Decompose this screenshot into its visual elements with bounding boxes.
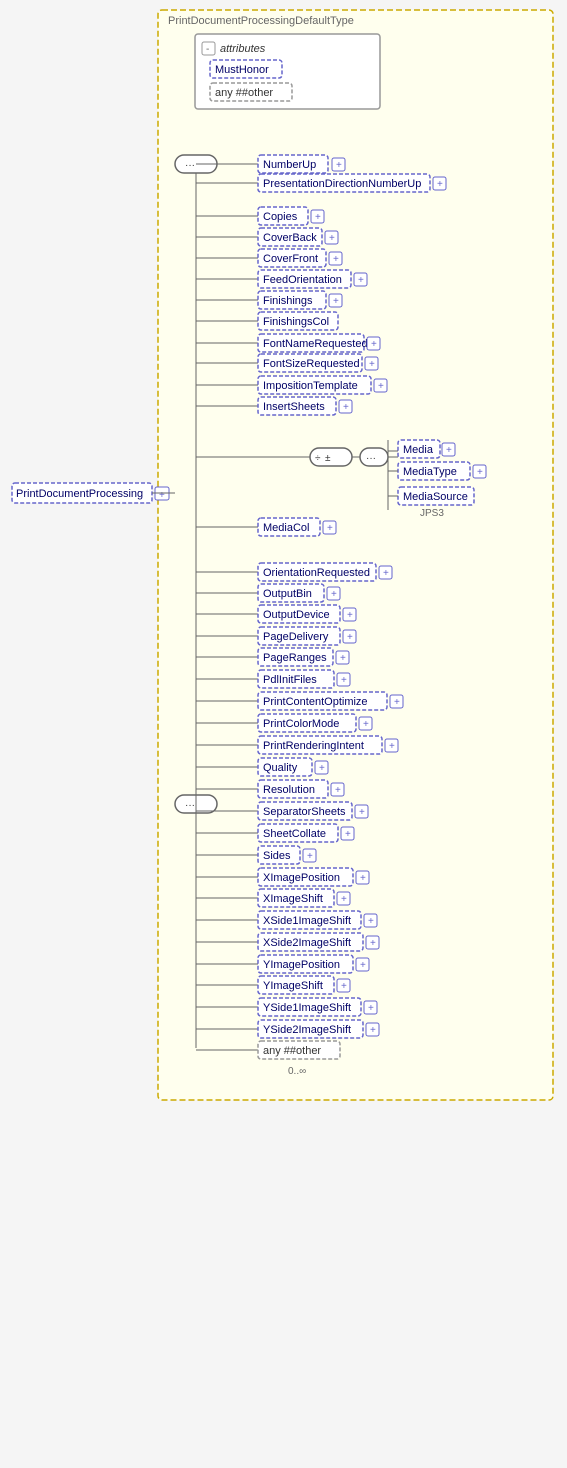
svg-text:CoverBack: CoverBack [263, 232, 317, 244]
svg-text:±: ± [325, 453, 331, 464]
svg-text:PrintRenderingIntent: PrintRenderingIntent [263, 740, 364, 752]
svg-text:+: + [341, 675, 347, 686]
svg-text:XImagePosition: XImagePosition [263, 872, 340, 884]
svg-text:InsertSheets: InsertSheets [263, 401, 325, 413]
svg-text:Copies: Copies [263, 211, 298, 223]
svg-text:YImagePosition: YImagePosition [263, 959, 340, 971]
svg-text:FontNameRequested: FontNameRequested [263, 338, 368, 350]
svg-text:Media: Media [403, 444, 434, 456]
svg-text:+: + [477, 467, 483, 478]
svg-text:+: + [331, 589, 337, 600]
svg-text:MustHonor: MustHonor [215, 64, 269, 76]
svg-text:+: + [347, 632, 353, 643]
svg-text:+: + [360, 873, 366, 884]
diagram-container: PrintDocumentProcessingDefaultType - att… [0, 0, 567, 1468]
svg-text:any ##other: any ##other [215, 87, 273, 99]
svg-text:OutputBin: OutputBin [263, 588, 312, 600]
svg-text:MediaSource: MediaSource [403, 491, 468, 503]
svg-text:FeedOrientation: FeedOrientation [263, 274, 342, 286]
svg-text:+: + [370, 938, 376, 949]
svg-text:+: + [307, 851, 313, 862]
svg-text:+: + [363, 719, 369, 730]
svg-text:+: + [358, 275, 364, 286]
diagram-svg: PrintDocumentProcessingDefaultType - att… [0, 0, 567, 1468]
svg-text:+: + [347, 610, 353, 621]
svg-text:+: + [333, 296, 339, 307]
svg-text:+: + [437, 179, 443, 190]
svg-text:YSide1ImageShift: YSide1ImageShift [263, 1002, 351, 1014]
svg-text:OrientationRequested: OrientationRequested [263, 567, 370, 579]
svg-text:any ##other: any ##other [263, 1045, 321, 1057]
svg-text:+: + [383, 568, 389, 579]
svg-text:+: + [446, 445, 452, 456]
svg-text:+: + [335, 785, 341, 796]
svg-text:OutputDevice: OutputDevice [263, 609, 330, 621]
svg-text:+: + [368, 916, 374, 927]
svg-text:···: ··· [185, 800, 195, 811]
svg-text:0..∞: 0..∞ [288, 1066, 306, 1077]
svg-text:+: + [343, 402, 349, 413]
svg-text:PrintDocumentProcessing: PrintDocumentProcessing [16, 488, 143, 500]
svg-text:SheetCollate: SheetCollate [263, 828, 326, 840]
svg-text:ImpositionTemplate: ImpositionTemplate [263, 380, 358, 392]
svg-text:+: + [340, 653, 346, 664]
svg-text:XSide1ImageShift: XSide1ImageShift [263, 915, 351, 927]
svg-text:Sides: Sides [263, 850, 291, 862]
svg-text:+: + [159, 490, 165, 501]
svg-text:Finishings: Finishings [263, 295, 313, 307]
svg-text:XImageShift: XImageShift [263, 893, 323, 905]
svg-text:PageRanges: PageRanges [263, 652, 327, 664]
svg-text:MediaCol: MediaCol [263, 522, 309, 534]
svg-text:FontSizeRequested: FontSizeRequested [263, 358, 360, 370]
svg-text:+: + [370, 1025, 376, 1036]
svg-text:FinishingsCol: FinishingsCol [263, 316, 329, 328]
svg-text:Resolution: Resolution [263, 784, 315, 796]
svg-text:MediaType: MediaType [403, 466, 457, 478]
svg-text:JPS3: JPS3 [420, 508, 444, 519]
svg-text:+: + [345, 829, 351, 840]
svg-text:+: + [371, 339, 377, 350]
svg-text:+: + [369, 359, 375, 370]
svg-text:PageDelivery: PageDelivery [263, 631, 329, 643]
svg-text:+: + [394, 697, 400, 708]
svg-text:+: + [389, 741, 395, 752]
svg-text:+: + [319, 763, 325, 774]
svg-text:XSide2ImageShift: XSide2ImageShift [263, 937, 351, 949]
svg-text:÷: ÷ [315, 453, 321, 464]
svg-text:PdlInitFiles: PdlInitFiles [263, 674, 317, 686]
svg-text:YImageShift: YImageShift [263, 980, 323, 992]
svg-text:···: ··· [185, 160, 195, 171]
svg-text:+: + [336, 160, 342, 171]
svg-text:attributes: attributes [220, 43, 266, 55]
svg-text:YSide2ImageShift: YSide2ImageShift [263, 1024, 351, 1036]
svg-text:SeparatorSheets: SeparatorSheets [263, 806, 346, 818]
svg-text:+: + [378, 381, 384, 392]
svg-text:-: - [206, 44, 209, 55]
svg-text:+: + [341, 981, 347, 992]
svg-text:+: + [327, 523, 333, 534]
svg-text:+: + [329, 233, 335, 244]
svg-text:PrintContentOptimize: PrintContentOptimize [263, 696, 368, 708]
svg-text:+: + [341, 894, 347, 905]
svg-text:···: ··· [366, 453, 376, 464]
svg-text:+: + [333, 254, 339, 265]
svg-text:+: + [359, 807, 365, 818]
svg-text:PresentationDirectionNumberUp: PresentationDirectionNumberUp [263, 178, 421, 190]
svg-text:PrintColorMode: PrintColorMode [263, 718, 339, 730]
diagram-title: PrintDocumentProcessingDefaultType [168, 15, 354, 27]
svg-text:Quality: Quality [263, 762, 298, 774]
svg-text:+: + [315, 212, 321, 223]
svg-text:+: + [360, 960, 366, 971]
svg-text:NumberUp: NumberUp [263, 159, 316, 171]
svg-text:CoverFront: CoverFront [263, 253, 318, 265]
svg-text:+: + [368, 1003, 374, 1014]
